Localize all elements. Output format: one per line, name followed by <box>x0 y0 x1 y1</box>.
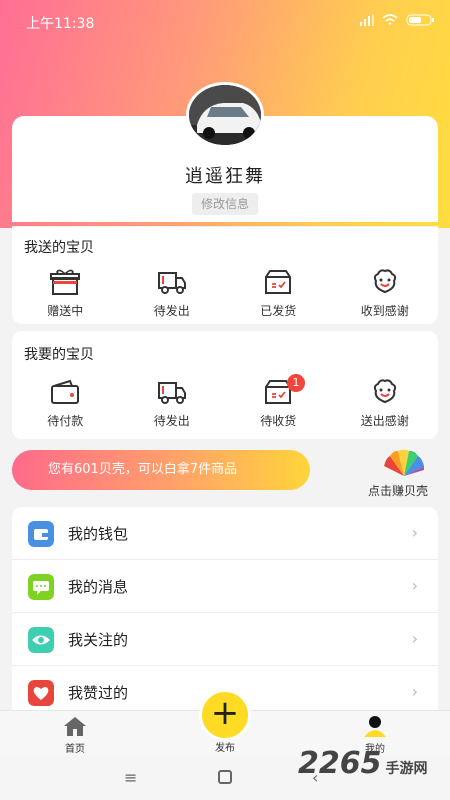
menu-item-label: 我关注的 <box>68 631 129 649</box>
shell-balance-banner[interactable]: 您有601贝壳，可以白拿7件商品 <box>12 450 310 490</box>
wanted-item-label: 待发出 <box>153 414 190 428</box>
site-watermark: 2265 手游网 <box>298 746 428 781</box>
chevron-right-icon: › <box>411 629 418 648</box>
tab-home[interactable]: 首页 <box>58 715 92 755</box>
home-icon <box>64 717 86 736</box>
status-time: 上午11:38 <box>26 16 95 32</box>
heart-icon <box>28 680 54 706</box>
menu-item-wallet[interactable]: 我的钱包 › <box>12 507 438 560</box>
menu-item-label: 我的钱包 <box>68 525 129 543</box>
sent-item-label: 收到感谢 <box>360 304 409 318</box>
earn-shells-link[interactable]: 点击赚贝壳 <box>368 482 428 499</box>
receiving-count-badge: 1 <box>287 374 305 392</box>
menu-item-messages[interactable]: 我的消息 › <box>12 560 438 613</box>
username: 逍遥狂舞 <box>185 166 265 187</box>
sent-item-label: 已发货 <box>260 304 297 318</box>
sent-item-thanks[interactable]: 收到感谢 <box>332 268 439 319</box>
battery-icon <box>406 14 434 26</box>
sent-item-pending[interactable]: 待发出 <box>119 268 226 319</box>
wanted-status-row: 待付款 待发出 1 待收货 送出感谢 <box>12 374 439 429</box>
watermark-number: 2265 <box>298 746 382 781</box>
edit-profile-button[interactable]: 修改信息 <box>192 193 258 215</box>
sent-item-shipped[interactable]: 已发货 <box>225 268 332 319</box>
chevron-right-icon: › <box>411 682 418 701</box>
wifi-icon <box>382 14 398 25</box>
chevron-right-icon: › <box>411 576 418 595</box>
tab-label: 首页 <box>65 744 85 755</box>
status-icons <box>360 14 434 26</box>
smile-flower-icon <box>373 269 396 294</box>
sent-section-title: 我送的宝贝 <box>24 240 94 256</box>
menu-item-label: 我赞过的 <box>68 684 129 702</box>
smile-flower-icon <box>373 379 396 404</box>
wanted-item-pending[interactable]: 待发出 <box>119 378 226 429</box>
wanted-item-thanks[interactable]: 送出感谢 <box>332 378 439 429</box>
avatar[interactable] <box>186 82 264 148</box>
eye-icon <box>28 627 54 653</box>
menu-icon[interactable]: ≡ <box>124 768 137 787</box>
wanted-item-receiving[interactable]: 1 待收货 <box>225 374 332 429</box>
chevron-right-icon: › <box>411 523 418 542</box>
menu-item-following[interactable]: 我关注的 › <box>12 613 438 666</box>
publish-button[interactable]: + <box>199 689 251 741</box>
truck-icon <box>157 272 186 294</box>
sent-item-label: 赠送中 <box>47 304 84 318</box>
home-square-icon[interactable] <box>218 770 232 784</box>
wanted-item-label: 送出感谢 <box>360 414 409 428</box>
sent-item-giving[interactable]: 赠送中 <box>12 268 119 319</box>
tab-publish-label[interactable]: 发布 <box>208 739 242 754</box>
menu-item-label: 我的消息 <box>68 578 129 596</box>
message-icon <box>28 574 54 600</box>
sent-item-label: 待发出 <box>153 304 190 318</box>
wanted-item-label: 待付款 <box>47 414 84 428</box>
wanted-item-unpaid[interactable]: 待付款 <box>12 378 119 429</box>
status-bar: 上午11:38 <box>0 0 450 42</box>
sent-status-row: 赠送中 待发出 已发货 收到感谢 <box>12 268 438 319</box>
wallet-icon <box>51 379 80 404</box>
wanted-section-title: 我要的宝贝 <box>24 347 94 363</box>
shipped-box-icon <box>265 270 292 294</box>
user-icon <box>364 716 386 737</box>
watermark-suffix: 手游网 <box>385 761 428 777</box>
rainbow-fan-icon[interactable] <box>382 448 426 478</box>
wallet-icon <box>28 521 54 547</box>
signal-icon <box>360 14 374 26</box>
gift-icon <box>50 269 81 295</box>
menu-list: 我的钱包 › 我的消息 › 我关注的 › 我赞过的 › <box>12 507 438 717</box>
wanted-item-label: 待收货 <box>260 414 297 428</box>
truck-icon <box>157 382 186 404</box>
